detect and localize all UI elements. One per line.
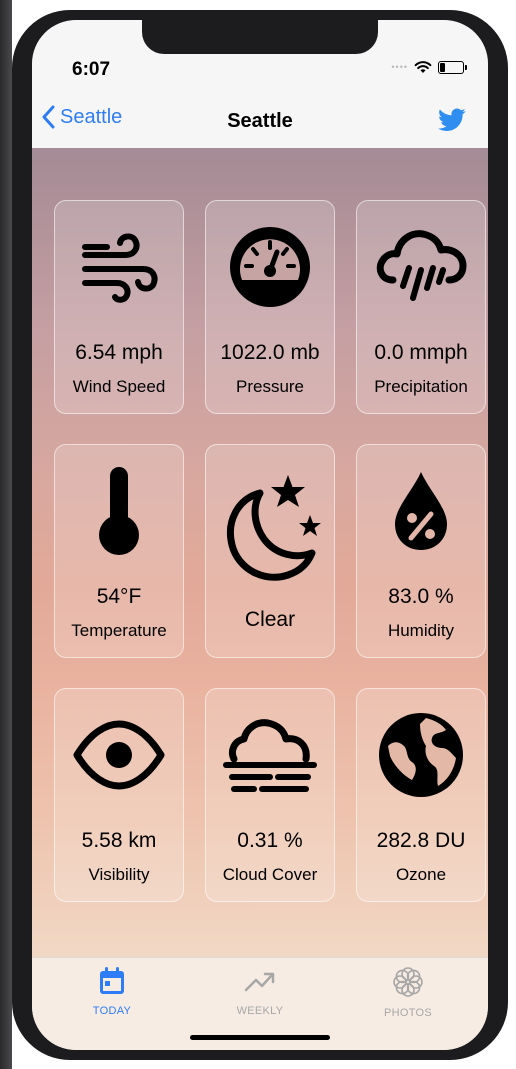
status-icons: ••••: [391, 60, 467, 74]
page-title: Seattle: [227, 110, 293, 132]
card-value: 5.58 km: [81, 829, 157, 852]
weather-card-wind[interactable]: 6.54 mph Wind Speed: [54, 200, 184, 414]
home-indicator[interactable]: [190, 1035, 330, 1040]
tab-today[interactable]: TODAY: [42, 966, 182, 1017]
weather-card-visibility[interactable]: 5.58 km Visibility: [54, 688, 184, 902]
tab-weekly[interactable]: WEEKLY: [190, 966, 330, 1017]
card-label: Cloud Cover: [222, 865, 318, 884]
globe-icon: [379, 713, 463, 797]
card-value: 83.0 %: [388, 585, 454, 608]
tab-label: PHOTOS: [383, 1007, 433, 1019]
device-notch: [142, 20, 378, 54]
status-time: 6:07: [72, 59, 111, 80]
card-label: Ozone: [395, 865, 447, 884]
wind-icon: [82, 233, 158, 303]
tab-label: WEEKLY: [236, 1005, 284, 1017]
phone-frame: 6:07 •••• Seattle Seattle 6.54 mph Wind …: [12, 10, 508, 1060]
card-value: 0.0 mmph: [374, 341, 468, 364]
weather-card-cloud-cover[interactable]: 0.31 % Cloud Cover: [205, 688, 335, 902]
tab-bar: TODAY WEEKLY PHOTOS: [32, 957, 488, 1050]
weather-card-temperature[interactable]: 54°F Temperature: [54, 444, 184, 658]
thermometer-icon: [99, 467, 139, 555]
weather-card-summary[interactable]: Clear: [205, 444, 335, 658]
card-value: 54°F: [96, 585, 142, 608]
card-label: Precipitation: [374, 377, 468, 396]
weather-card-precipitation[interactable]: 0.0 mmph Precipitation: [356, 200, 486, 414]
tab-label: TODAY: [92, 1005, 132, 1017]
gauge-icon: [230, 227, 310, 307]
card-value: 6.54 mph: [75, 341, 163, 364]
card-label: Temperature: [71, 621, 167, 640]
rain-cloud-icon: [376, 230, 467, 301]
trend-icon: [244, 972, 275, 992]
card-label: Wind Speed: [72, 377, 166, 396]
app-screen: 6:07 •••• Seattle Seattle 6.54 mph Wind …: [32, 20, 488, 1050]
moon-stars-icon: [227, 475, 321, 581]
fog-cloud-icon: [223, 719, 317, 792]
card-label: Visibility: [88, 865, 150, 884]
calendar-icon: [100, 967, 124, 994]
twitter-share-button[interactable]: [438, 108, 466, 137]
device-edge: [0, 0, 12, 1069]
card-label: Pressure: [235, 377, 305, 396]
weather-card-pressure[interactable]: 1022.0 mb Pressure: [205, 200, 335, 414]
humidity-drop-icon: [395, 472, 447, 550]
twitter-icon: [438, 108, 466, 131]
eye-icon: [73, 720, 165, 790]
flower-icon: [393, 967, 423, 997]
card-value: 1022.0 mb: [220, 341, 320, 364]
weather-card-ozone[interactable]: 282.8 DU Ozone: [356, 688, 486, 902]
battery-icon: [438, 60, 467, 74]
card-value: 0.31 %: [237, 829, 303, 852]
card-label: Humidity: [387, 621, 455, 640]
card-value: 282.8 DU: [376, 829, 466, 852]
card-value: Clear: [244, 608, 296, 631]
weather-card-humidity[interactable]: 83.0 % Humidity: [356, 444, 486, 658]
tab-photos[interactable]: PHOTOS: [338, 966, 478, 1019]
signal-icon: ••••: [391, 62, 408, 72]
wifi-icon: [414, 61, 432, 73]
